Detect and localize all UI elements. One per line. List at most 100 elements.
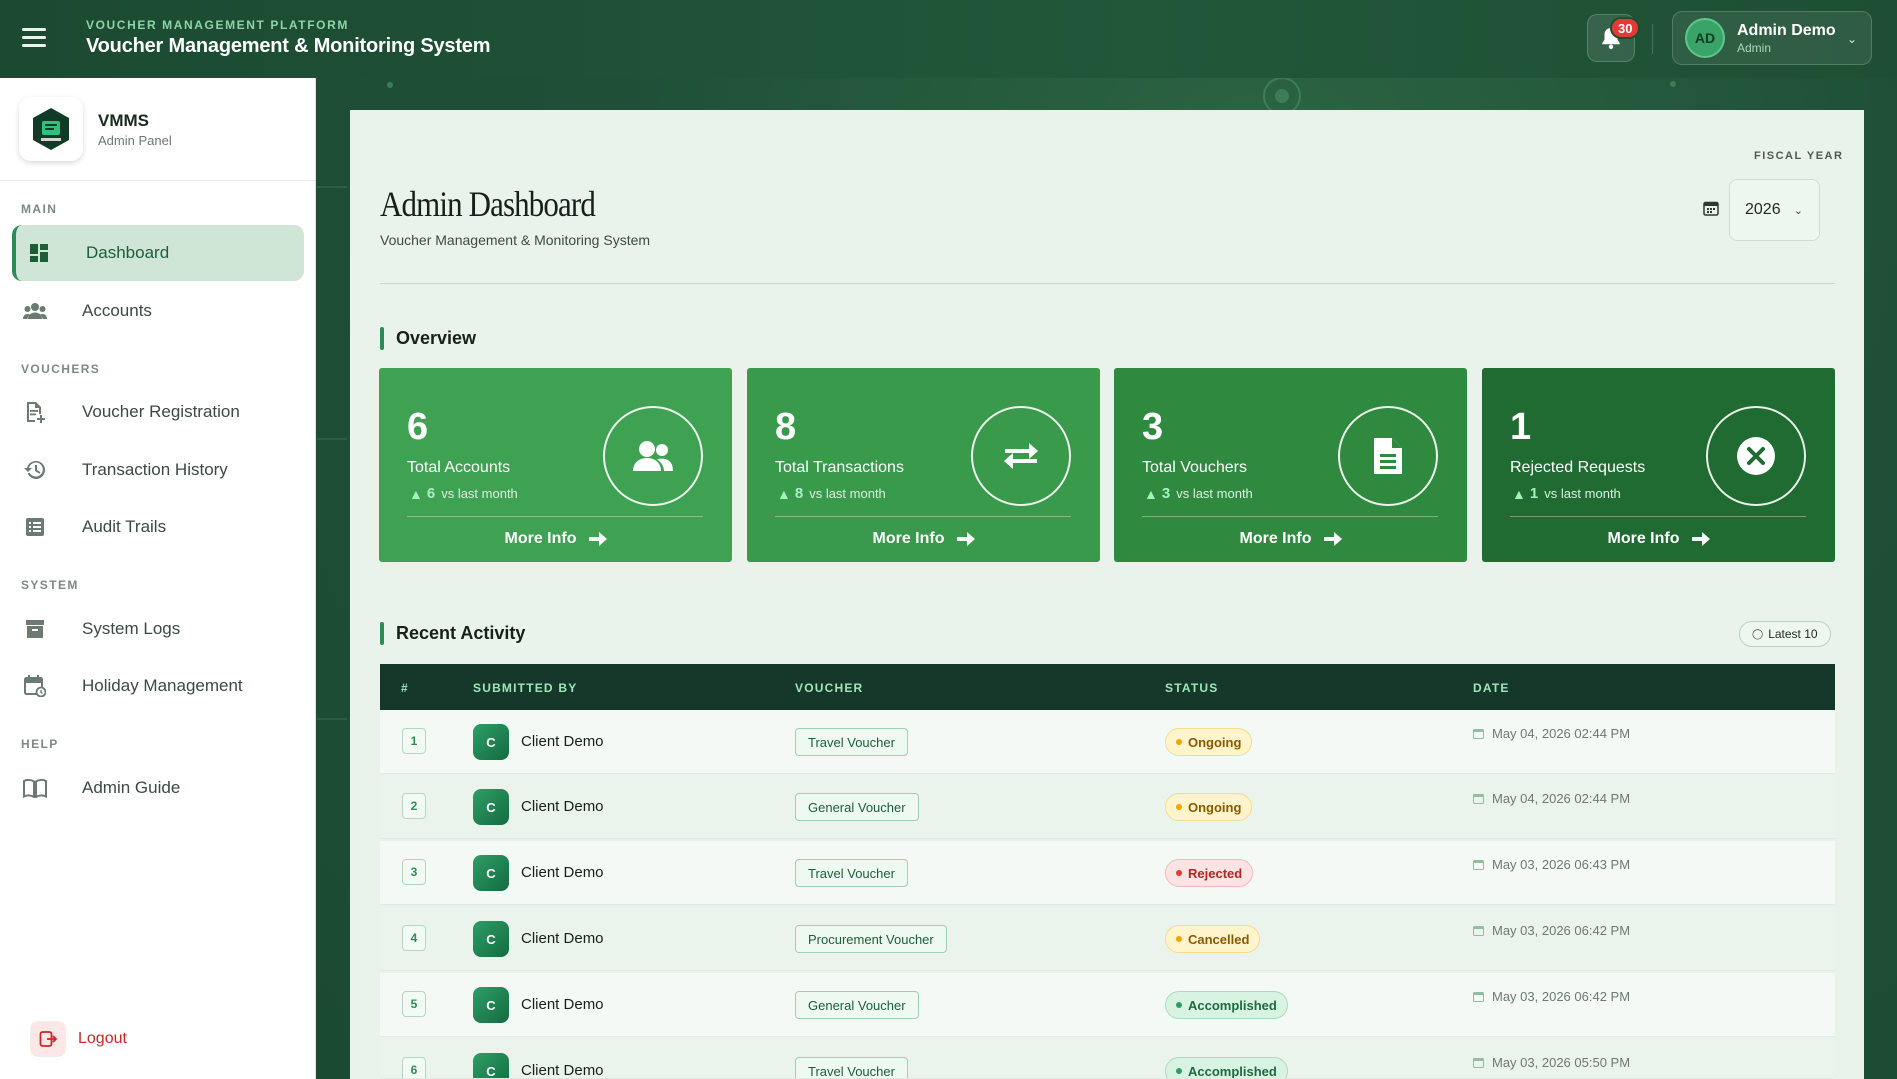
status-badge: Accomplished — [1165, 991, 1288, 1019]
fiscal-year-select[interactable]: 2026 ⌄ — [1729, 179, 1820, 241]
sidebar-item-holiday-management[interactable]: Holiday Management — [12, 658, 304, 714]
sidebar-section-main: MAIN — [21, 202, 58, 216]
calendar-icon — [1473, 860, 1484, 870]
book-icon — [22, 775, 48, 801]
sidebar-item-label: System Logs — [82, 619, 181, 638]
overview-heading: Overview — [380, 327, 476, 350]
sidebar-item-transaction-history[interactable]: Transaction History — [12, 442, 304, 498]
stat-value: 8 — [775, 406, 797, 448]
column-header-voucher: VOUCHER — [795, 681, 864, 695]
row-number: 3 — [402, 859, 426, 885]
calendar-icon — [1473, 729, 1484, 739]
stat-card-rejected-requests: 1 Rejected Requests ▲ 1 vs last month More… — [1482, 368, 1835, 562]
row-number: 1 — [402, 728, 426, 754]
row-date: May 03, 2026 06:42 PM — [1473, 923, 1630, 938]
status-badge: Rejected — [1165, 859, 1254, 887]
logout-icon — [30, 1021, 66, 1057]
notification-count-badge: 30 — [1610, 17, 1641, 39]
activity-table-header: # SUBMITTED BY VOUCHER STATUS DATE — [380, 664, 1835, 710]
logout-label: Logout — [78, 1030, 127, 1047]
avatar: C — [473, 855, 509, 891]
sidebar-item-label: Voucher Registration — [82, 402, 240, 421]
more-info-link[interactable]: More Info — [1114, 530, 1467, 548]
sidebar-brand: VMMS Admin Panel — [0, 78, 315, 181]
table-row[interactable]: 4 C Client Demo Procurement Voucher Canc… — [380, 907, 1835, 971]
row-number: 4 — [402, 925, 426, 951]
voucher-tag: Procurement Voucher — [795, 925, 947, 953]
stat-trend: ▲ 8 vs last month — [777, 485, 886, 502]
more-info-link[interactable]: More Info — [379, 530, 732, 548]
stat-card-total-vouchers: 3 Total Vouchers ▲ 3 vs last month More In… — [1114, 368, 1467, 562]
column-header-date: DATE — [1473, 681, 1510, 695]
status-badge: Ongoing — [1165, 793, 1253, 821]
sidebar-item-dashboard[interactable]: Dashboard — [12, 225, 304, 281]
voucher-tag: General Voucher — [795, 793, 919, 821]
stat-card-total-accounts: 6 Total Accounts ▲ 6 vs last month More In… — [379, 368, 732, 562]
close-circle-icon — [1706, 406, 1806, 506]
status-badge: Ongoing — [1165, 728, 1253, 756]
chevron-down-icon: ⌄ — [1793, 205, 1803, 217]
avatar: C — [473, 1053, 509, 1078]
table-row[interactable]: 1 C Client Demo Travel Voucher Ongoing M… — [380, 710, 1835, 774]
document-icon — [1338, 406, 1438, 506]
sidebar-brand-title: VMMS — [98, 110, 149, 130]
sidebar-item-label: Transaction History — [82, 460, 228, 479]
sidebar-item-voucher-registration[interactable]: Voucher Registration — [12, 384, 304, 440]
vmms-logo — [19, 97, 83, 161]
title-divider — [380, 283, 1835, 284]
table-row[interactable]: 3 C Client Demo Travel Voucher Rejected … — [380, 841, 1835, 905]
row-number: 5 — [402, 991, 426, 1017]
arrow-right-icon — [1323, 532, 1342, 546]
latest-10-badge: ◯ Latest 10 — [1739, 621, 1831, 647]
submitted-by-name: Client Demo — [521, 798, 604, 815]
stat-card-total-transactions: 8 Total Transactions ▲ 8 vs last month Mor… — [747, 368, 1100, 562]
table-row[interactable]: 2 C Client Demo General Voucher Ongoing … — [380, 775, 1835, 839]
row-date: May 03, 2026 06:43 PM — [1473, 857, 1630, 872]
logout-button[interactable]: Logout — [30, 1021, 127, 1057]
trend-up-icon: ▲ — [1512, 485, 1526, 502]
stat-trend: ▲ 3 vs last month — [1144, 485, 1253, 502]
overview-heading-text: Overview — [396, 328, 477, 348]
trend-up-icon: ▲ — [1144, 485, 1158, 502]
stat-label: Total Vouchers — [1142, 459, 1247, 476]
table-row[interactable]: 5 C Client Demo General Voucher Accompli… — [380, 973, 1835, 1037]
arrow-right-icon — [588, 532, 607, 546]
menu-toggle-icon[interactable] — [22, 28, 46, 48]
table-row[interactable]: 6 C Client Demo Travel Voucher Accomplis… — [380, 1039, 1835, 1079]
sidebar-item-label: Dashboard — [86, 243, 170, 262]
calendar-icon — [1473, 794, 1484, 804]
row-number: 2 — [402, 793, 426, 819]
more-info-link[interactable]: More Info — [1482, 530, 1835, 548]
column-header-submitted-by: SUBMITTED BY — [473, 681, 578, 695]
user-menu-button[interactable]: AD Admin Demo Admin ⌄ — [1672, 11, 1872, 65]
voucher-tag: Travel Voucher — [795, 728, 908, 756]
calendar-icon — [1703, 201, 1719, 216]
sidebar-item-accounts[interactable]: Accounts — [12, 283, 304, 339]
page-subtitle: Voucher Management & Monitoring System — [380, 232, 651, 248]
dashboard-icon — [26, 240, 52, 266]
sidebar-section-vouchers: VOUCHERS — [21, 362, 101, 376]
submitted-by-name: Client Demo — [521, 864, 604, 881]
sidebar-item-admin-guide[interactable]: Admin Guide — [12, 760, 304, 816]
avatar: C — [473, 921, 509, 957]
column-header-status: STATUS — [1165, 681, 1219, 695]
status-badge: Accomplished — [1165, 1057, 1288, 1078]
fiscal-year-label: FISCAL YEAR — [1754, 150, 1844, 162]
sidebar-item-label: Audit Trails — [82, 517, 167, 536]
sidebar-item-label: Admin Guide — [82, 778, 181, 797]
stat-value: 3 — [1142, 406, 1164, 448]
sidebar-item-system-logs[interactable]: System Logs — [12, 601, 304, 657]
avatar: C — [473, 789, 509, 825]
status-badge: Cancelled — [1165, 925, 1261, 953]
sidebar-brand-subtitle: Admin Panel — [98, 132, 172, 148]
calendar-icon — [1473, 992, 1484, 1002]
more-info-link[interactable]: More Info — [747, 530, 1100, 548]
exchange-icon — [971, 406, 1071, 506]
user-name: Admin Demo — [1737, 21, 1836, 39]
sidebar-section-help: HELP — [21, 737, 59, 751]
recent-activity-heading: Recent Activity — [380, 622, 525, 645]
fiscal-year-value: 2026 — [1745, 201, 1781, 218]
file-plus-icon — [22, 399, 48, 425]
sidebar-item-label: Accounts — [82, 301, 152, 320]
sidebar-item-audit-trails[interactable]: Audit Trails — [12, 499, 304, 555]
